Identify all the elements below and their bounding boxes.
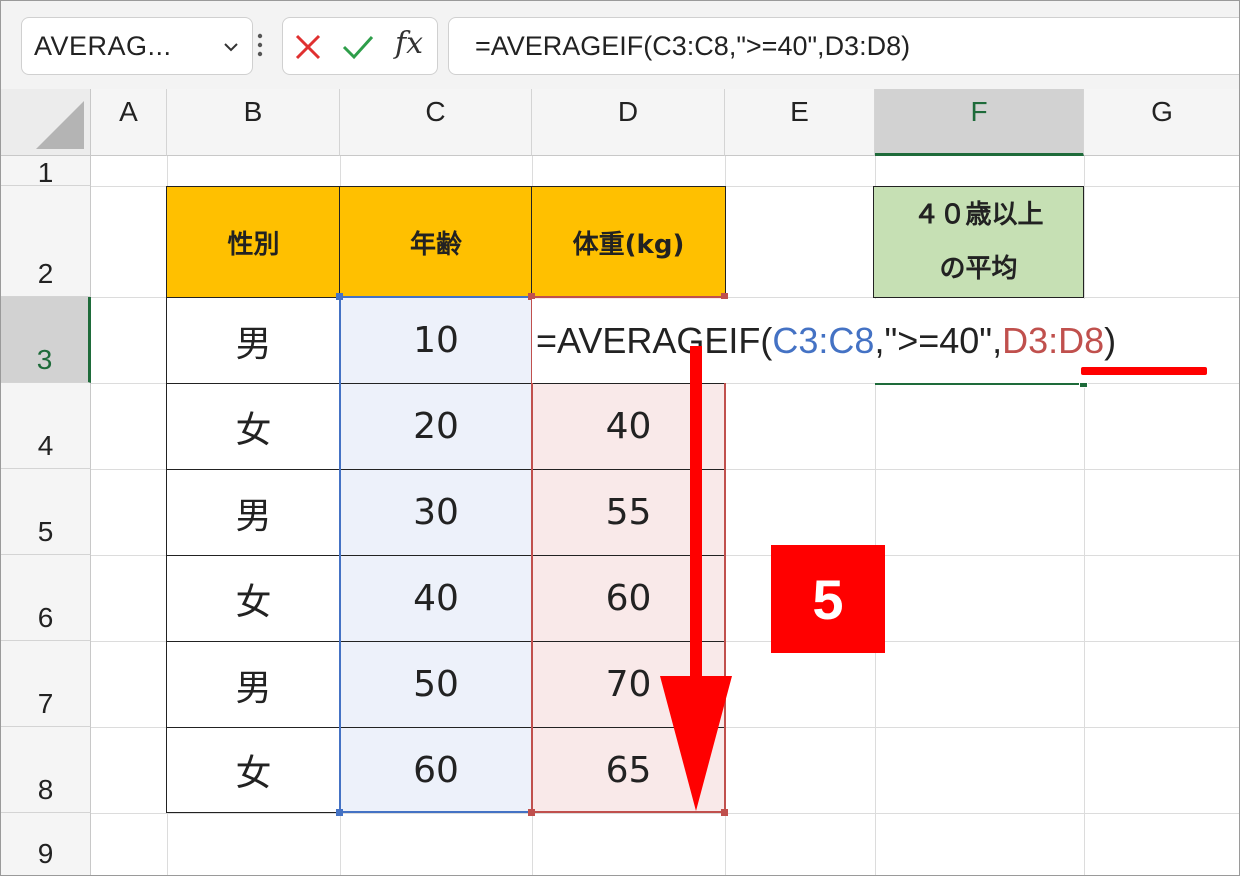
range-handle[interactable] bbox=[528, 809, 535, 816]
range-c3-c8-outline bbox=[339, 296, 533, 813]
header-cell-age[interactable]: 年齢 bbox=[339, 186, 533, 298]
insert-function-icon[interactable]: fx bbox=[395, 26, 423, 61]
formula-prefix: =AVERAGEIF( bbox=[536, 320, 773, 361]
name-box[interactable]: AVERAG... bbox=[21, 17, 253, 75]
gender-cell[interactable]: 男 bbox=[166, 469, 341, 556]
select-all-icon bbox=[36, 101, 84, 149]
gender-cell[interactable]: 女 bbox=[166, 383, 341, 470]
column-header-b[interactable]: B bbox=[167, 89, 340, 156]
formula-bar: AVERAG... fx =AVERAGEIF(C3:C8,">=40",D3:… bbox=[1, 1, 1239, 89]
column-header-c[interactable]: C bbox=[340, 89, 532, 156]
row-header-8[interactable]: 8 bbox=[1, 727, 91, 813]
column-header-g[interactable]: G bbox=[1084, 89, 1239, 156]
row-header-3[interactable]: 3 bbox=[1, 297, 91, 383]
formula-text: =AVERAGEIF(C3:C8,">=40",D3:D8) bbox=[475, 31, 911, 61]
more-vertical-icon[interactable] bbox=[257, 33, 263, 57]
gender-cell[interactable]: 女 bbox=[166, 555, 341, 642]
gender-cell[interactable]: 女 bbox=[166, 727, 341, 813]
down-arrow-icon bbox=[660, 346, 732, 811]
row-header-9[interactable]: 9 bbox=[1, 813, 91, 875]
row-number: 5 bbox=[37, 516, 54, 547]
row-number: 3 bbox=[36, 344, 53, 375]
row-number: 8 bbox=[37, 774, 54, 805]
gridline bbox=[1084, 156, 1085, 875]
excel-window: AVERAG... fx =AVERAGEIF(C3:C8,">=40",D3:… bbox=[0, 0, 1240, 876]
select-all-button[interactable] bbox=[1, 89, 91, 156]
column-header-a[interactable]: A bbox=[91, 89, 167, 156]
result-label-line1: ４０歳以上 bbox=[913, 200, 1044, 230]
header-cell-weight[interactable]: 体重(kg) bbox=[531, 186, 726, 298]
range-handle[interactable] bbox=[336, 293, 343, 300]
formula-input[interactable]: =AVERAGEIF(C3:C8,">=40",D3:D8) bbox=[448, 17, 1239, 75]
cancel-icon[interactable] bbox=[293, 32, 323, 62]
underline-annotation bbox=[1081, 367, 1207, 375]
name-box-value: AVERAG... bbox=[34, 31, 172, 61]
chevron-down-icon[interactable] bbox=[224, 40, 238, 54]
formula-range-c3-c8: C3:C8 bbox=[772, 320, 875, 361]
gender-cell[interactable]: 男 bbox=[166, 297, 341, 384]
result-label-line2: の平均 bbox=[939, 254, 1018, 284]
row-number: 7 bbox=[37, 688, 54, 719]
formula-suffix: ) bbox=[1104, 320, 1117, 361]
row-header-5[interactable]: 5 bbox=[1, 469, 91, 555]
formula-range-d3-d8: D3:D8 bbox=[1002, 320, 1105, 361]
step-badge: 5 bbox=[771, 545, 885, 653]
range-handle[interactable] bbox=[336, 809, 343, 816]
column-header-d[interactable]: D bbox=[532, 89, 725, 156]
row-header-7[interactable]: 7 bbox=[1, 641, 91, 727]
row-number: 4 bbox=[37, 430, 54, 461]
gender-cell[interactable]: 男 bbox=[166, 641, 341, 728]
column-header-e[interactable]: E bbox=[725, 89, 875, 156]
row-number: 1 bbox=[37, 157, 54, 188]
column-header-f[interactable]: F bbox=[875, 89, 1084, 156]
row-number: 2 bbox=[37, 258, 54, 289]
row-number: 6 bbox=[37, 602, 54, 633]
enter-check-icon[interactable] bbox=[341, 32, 375, 62]
formula-buttons: fx bbox=[282, 17, 438, 75]
result-label-cell[interactable]: ４０歳以上 の平均 bbox=[873, 186, 1084, 298]
row-header-4[interactable]: 4 bbox=[1, 383, 91, 469]
row-number: 9 bbox=[37, 838, 54, 869]
header-cell-gender[interactable]: 性別 bbox=[166, 186, 341, 298]
row-header-2[interactable]: 2 bbox=[1, 186, 91, 297]
row-header-6[interactable]: 6 bbox=[1, 555, 91, 641]
row-header-1[interactable]: 1 bbox=[1, 156, 91, 188]
formula-criteria: ,">=40", bbox=[874, 320, 1003, 361]
